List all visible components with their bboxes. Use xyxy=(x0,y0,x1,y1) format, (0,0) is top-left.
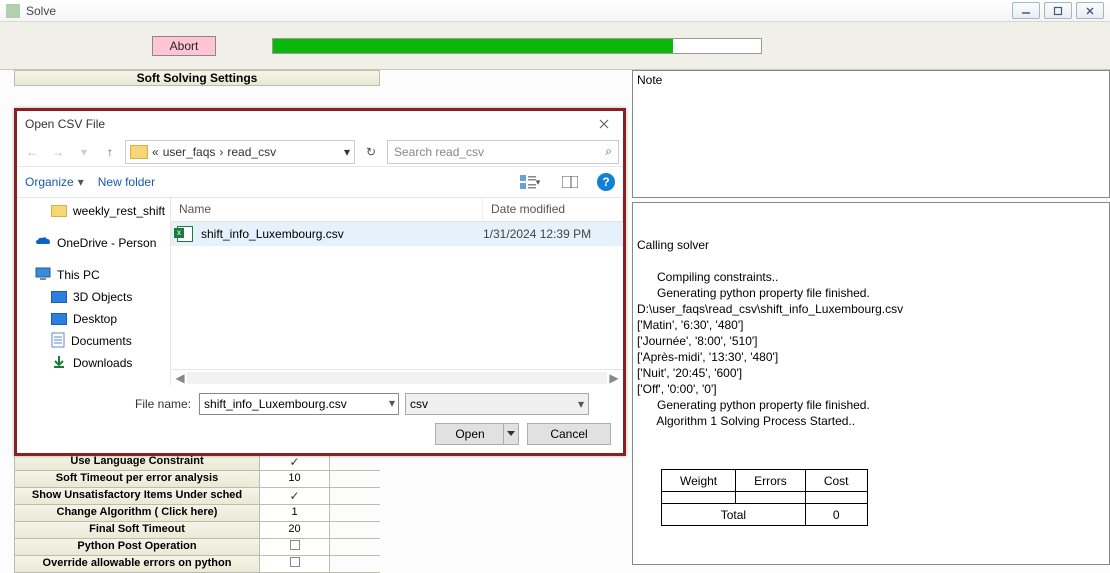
help-icon[interactable]: ? xyxy=(597,173,615,191)
chevron-down-icon[interactable]: ▾ xyxy=(389,396,395,410)
search-placeholder: Search read_csv xyxy=(394,145,484,159)
preview-pane-icon[interactable] xyxy=(557,172,583,192)
file-list: shift_info_Luxembourg.csv1/31/2024 12:39… xyxy=(171,222,623,369)
col-date[interactable]: Date modified xyxy=(483,198,623,221)
refresh-icon[interactable]: ↻ xyxy=(359,140,383,164)
titlebar: Solve xyxy=(0,0,1110,22)
app-icon xyxy=(6,4,20,18)
filter-select[interactable]: csv ▾ xyxy=(405,393,589,415)
nav-back-icon[interactable]: ← xyxy=(21,141,43,163)
col-name[interactable]: Name xyxy=(171,198,483,221)
search-input[interactable]: Search read_csv ⌕ xyxy=(387,140,619,164)
onedrive-icon xyxy=(35,236,51,251)
progress-bar xyxy=(272,38,762,54)
settings-table: Use Language ConstraintSoft Timeout per … xyxy=(14,454,380,573)
organize-button[interactable]: Organize▾ xyxy=(25,175,84,189)
settings-row[interactable]: Show Unsatisfactory Items Under sched xyxy=(14,488,380,505)
file-row[interactable]: shift_info_Luxembourg.csv1/31/2024 12:39… xyxy=(171,222,623,246)
nav-recent-icon[interactable]: ▾ xyxy=(73,141,95,163)
chevron-down-icon: ▾ xyxy=(578,397,584,411)
filename-label: File name: xyxy=(135,397,191,411)
column-header[interactable]: Name Date modified xyxy=(171,198,623,222)
pc-icon xyxy=(35,267,51,284)
settings-row[interactable]: Python Post Operation xyxy=(14,539,380,556)
tree-item[interactable]: OneDrive - Person xyxy=(17,232,170,254)
open-button[interactable]: Open xyxy=(435,423,519,445)
settings-row[interactable]: Use Language Constraint xyxy=(14,454,380,471)
toolbar: Abort xyxy=(0,22,1110,70)
blue-icon xyxy=(51,313,67,325)
doc-icon xyxy=(51,332,65,351)
folder-tree[interactable]: weekly_rest_shift OneDrive - Person This P… xyxy=(17,198,171,385)
settings-row[interactable]: Change Algorithm ( Click here)1 xyxy=(14,505,380,522)
tree-item[interactable]: Documents xyxy=(17,330,170,352)
folder-icon xyxy=(51,205,67,217)
note-box[interactable]: Note xyxy=(632,70,1110,198)
filename-input[interactable] xyxy=(199,393,399,415)
window-title: Solve xyxy=(26,4,56,18)
tree-item[interactable]: Desktop xyxy=(17,308,170,330)
search-icon: ⌕ xyxy=(605,144,612,159)
new-folder-button[interactable]: New folder xyxy=(98,175,155,189)
maximize-button[interactable] xyxy=(1044,2,1072,19)
note-label: Note xyxy=(637,73,662,87)
abort-button[interactable]: Abort xyxy=(152,36,216,56)
cancel-button[interactable]: Cancel xyxy=(527,423,611,445)
settings-row[interactable]: Soft Timeout per error analysis10 xyxy=(14,471,380,488)
metrics-table: WeightErrorsCost Total0 xyxy=(661,469,868,526)
folder-icon xyxy=(130,145,148,159)
log-box: Calling solver Compiling constraints.. G… xyxy=(632,202,1110,565)
minimize-button[interactable] xyxy=(1012,2,1040,19)
close-button[interactable] xyxy=(1076,2,1104,19)
breadcrumb[interactable]: « user_faqs › read_csv ▾ xyxy=(125,140,355,164)
log-footer: ********UB=0(0) 1.941(cpu sec) xyxy=(637,558,1105,565)
tree-item[interactable]: This PC xyxy=(17,264,170,286)
open-file-dialog: Open CSV File ← → ▾ ↑ « user_faqs › read… xyxy=(14,108,626,456)
settings-header: Soft Solving Settings xyxy=(14,70,380,86)
excel-icon xyxy=(177,226,193,242)
tree-item[interactable]: weekly_rest_shift xyxy=(17,200,170,222)
settings-row[interactable]: Final Soft Timeout20 xyxy=(14,522,380,539)
view-mode-icon[interactable]: ▾ xyxy=(517,172,543,192)
down-icon xyxy=(51,354,67,373)
progress-fill xyxy=(273,39,673,53)
chevron-down-icon[interactable]: ▾ xyxy=(344,145,350,159)
dialog-close-button[interactable] xyxy=(593,114,615,134)
h-scrollbar[interactable]: ◀▶ xyxy=(171,369,623,385)
nav-up-icon[interactable]: ↑ xyxy=(99,141,121,163)
nav-fwd-icon[interactable]: → xyxy=(47,141,69,163)
blue-icon xyxy=(51,291,67,303)
dialog-title: Open CSV File xyxy=(25,117,105,131)
tree-item[interactable]: Downloads xyxy=(17,352,170,374)
tree-item[interactable]: 3D Objects xyxy=(17,286,170,308)
